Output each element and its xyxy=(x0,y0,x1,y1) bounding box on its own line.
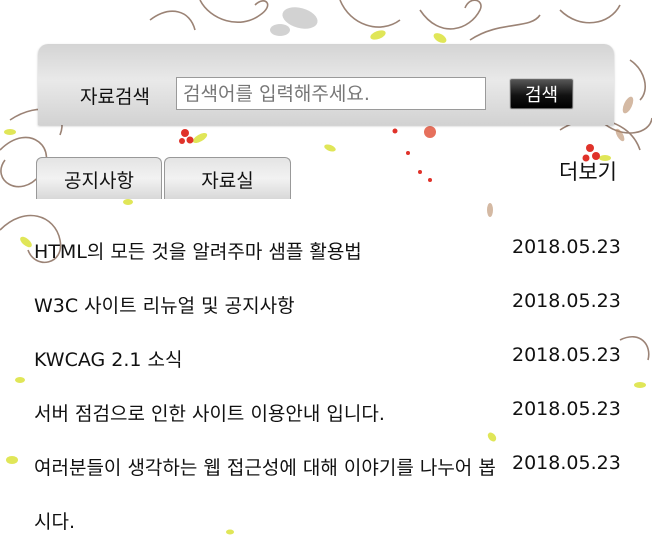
list-item: 여러분들이 생각하는 웹 접근성에 대해 이야기를 나누어 봅시다. 2018.… xyxy=(34,441,634,549)
notice-title[interactable]: W3C 사이트 리뉴얼 및 공지사항 xyxy=(34,279,512,333)
list-item: W3C 사이트 리뉴얼 및 공지사항 2018.05.23 xyxy=(34,279,634,333)
more-link[interactable]: 더보기 xyxy=(559,156,617,186)
tab-files[interactable]: 자료실 xyxy=(164,157,291,199)
tab-notices[interactable]: 공지사항 xyxy=(36,157,162,199)
notice-title[interactable]: 여러분들이 생각하는 웹 접근성에 대해 이야기를 나누어 봅시다. xyxy=(34,441,512,549)
search-label: 자료검색 xyxy=(80,86,150,108)
notice-list: HTML의 모든 것을 알려주마 샘플 활용법 2018.05.23 W3C 사… xyxy=(34,225,634,549)
list-item: KWCAG 2.1 소식 2018.05.23 xyxy=(34,333,634,387)
notice-date: 2018.05.23 xyxy=(512,452,621,474)
notice-title[interactable]: 서버 점검으로 인한 사이트 이용안내 입니다. xyxy=(34,387,512,441)
list-item: 서버 점검으로 인한 사이트 이용안내 입니다. 2018.05.23 xyxy=(34,387,634,441)
notice-date: 2018.05.23 xyxy=(512,398,621,420)
search-input[interactable] xyxy=(176,77,486,110)
notice-date: 2018.05.23 xyxy=(512,290,621,312)
notice-title[interactable]: KWCAG 2.1 소식 xyxy=(34,333,512,387)
search-panel: 자료검색 검색 xyxy=(38,44,614,125)
notice-date: 2018.05.23 xyxy=(512,344,621,366)
search-button[interactable]: 검색 xyxy=(510,79,573,109)
list-item: HTML의 모든 것을 알려주마 샘플 활용법 2018.05.23 xyxy=(34,225,634,279)
notice-date: 2018.05.23 xyxy=(512,236,621,258)
notice-title[interactable]: HTML의 모든 것을 알려주마 샘플 활용법 xyxy=(34,225,512,279)
